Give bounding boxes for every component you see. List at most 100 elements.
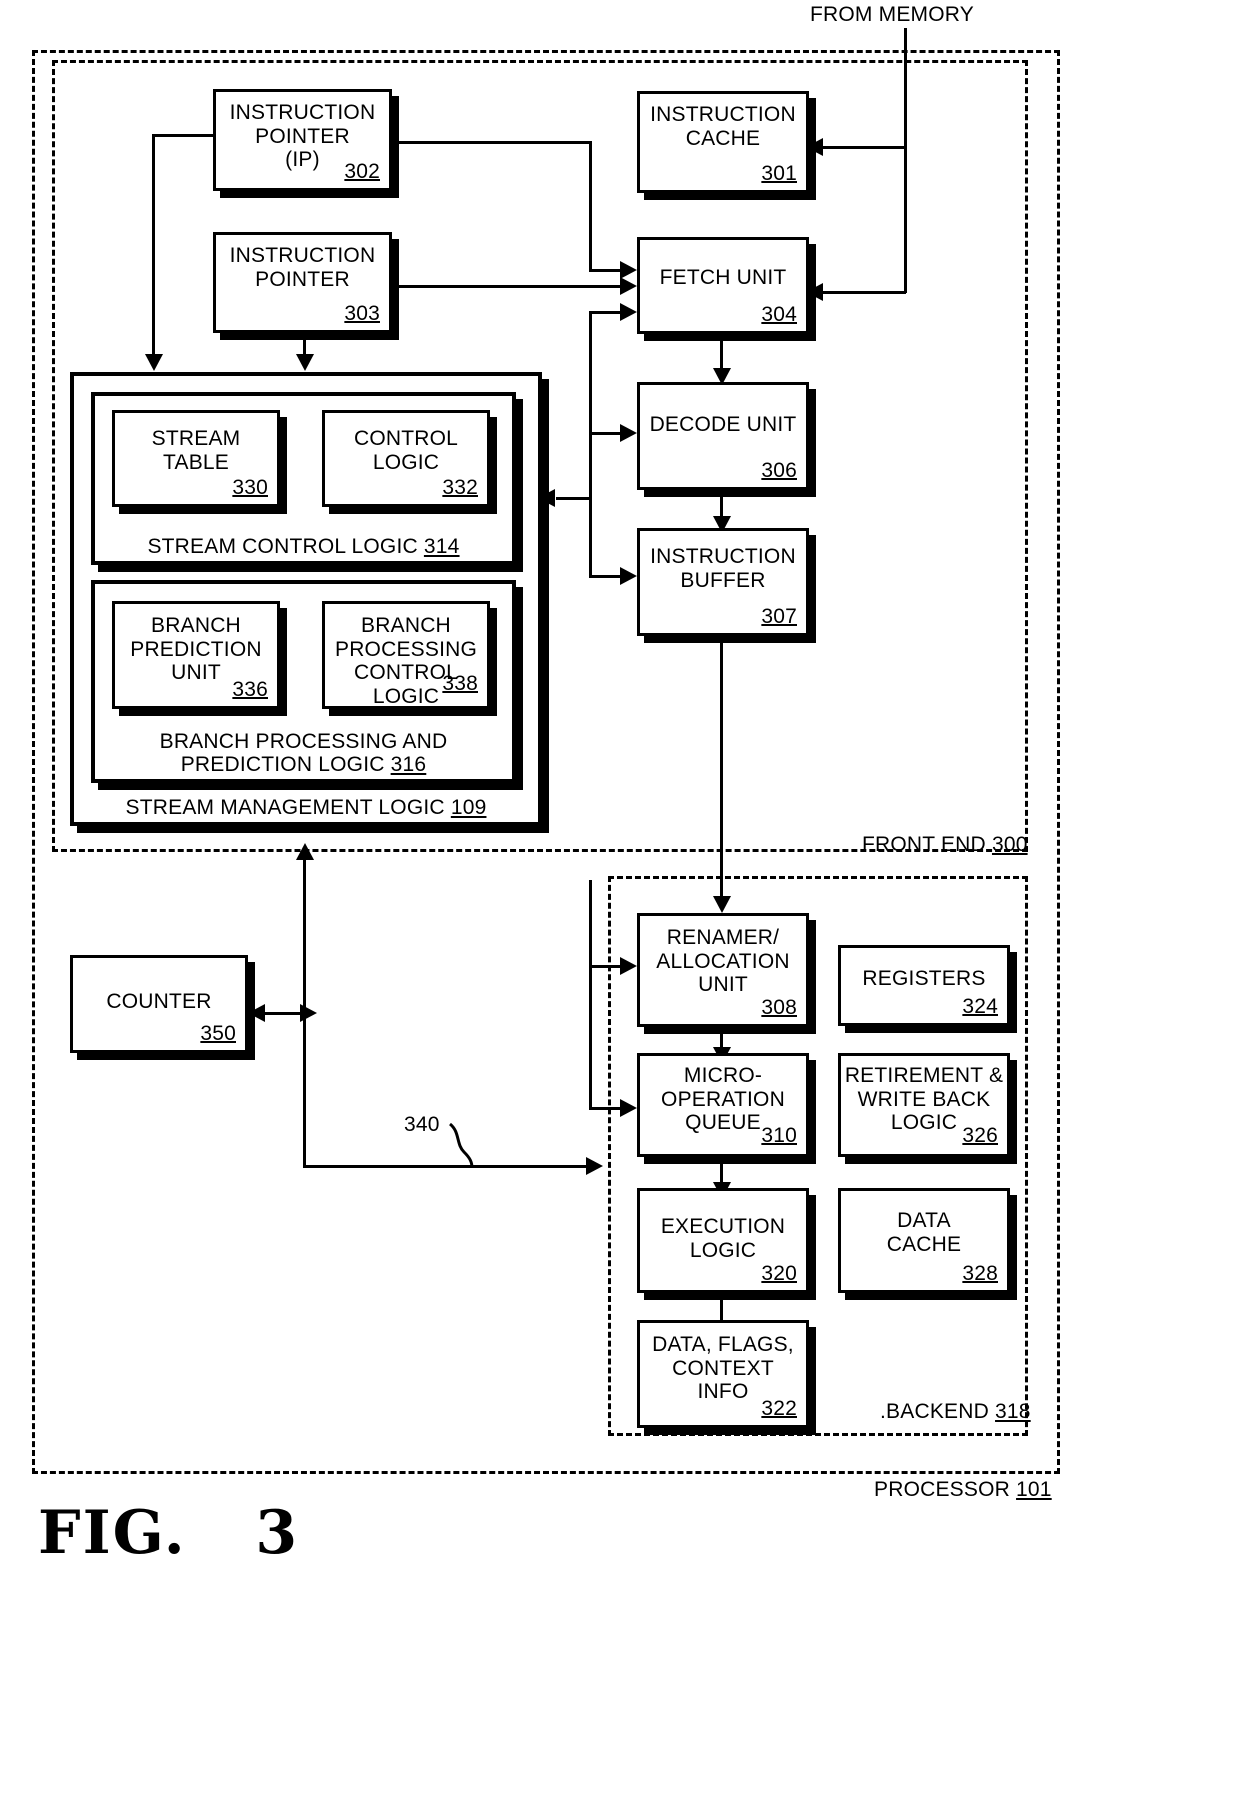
- block-ref-number: 336: [232, 678, 268, 702]
- block-ref-number: 307: [761, 605, 797, 629]
- block-ref-number: 320: [761, 1262, 797, 1286]
- ip303-down-arrow: [296, 354, 314, 371]
- block-line: RENAMER/: [666, 926, 780, 949]
- ip302-in-line: [152, 134, 214, 137]
- block-ref-number: 304: [761, 303, 797, 327]
- block-line: BUFFER: [680, 568, 766, 592]
- ip302-in-arrow: [145, 354, 163, 371]
- block-ref-number: 306: [761, 459, 797, 483]
- block-renamer-allocation-unit[interactable]: RENAMER/ ALLOCATION UNIT 308: [637, 913, 809, 1027]
- block-data-flags-context-info[interactable]: DATA, FLAGS, CONTEXT INFO 322: [637, 1320, 809, 1428]
- ref-340-leader-icon: [448, 1122, 474, 1169]
- block-counter[interactable]: COUNTER 350: [70, 955, 248, 1053]
- block-line: POINTER: [255, 267, 350, 291]
- block-line: DATA: [897, 1209, 951, 1232]
- memory-to-fetch-line: [822, 291, 906, 294]
- block-line: OPERATION: [661, 1087, 785, 1111]
- counter-bus-left-arrow: [248, 1004, 265, 1022]
- block-decode-unit[interactable]: DECODE UNIT 306: [637, 382, 809, 490]
- block-line: PROCESSING: [334, 637, 478, 661]
- bus-to-fetch2-arrow: [620, 303, 637, 321]
- block-ref-number: 332: [442, 476, 478, 500]
- bus-to-uopq-arrow: [620, 1099, 637, 1117]
- block-ref-number: 301: [761, 162, 797, 186]
- block-ref-number: 303: [344, 302, 380, 326]
- block-data-cache[interactable]: DATA CACHE 328: [838, 1188, 1010, 1293]
- block-line: PREDICTION: [130, 637, 262, 661]
- backend-feed-bus: [589, 880, 592, 1110]
- group-branch-processing-caption: BRANCH PROCESSING AND PREDICTION LOGIC 3…: [159, 729, 448, 777]
- block-registers[interactable]: REGISTERS 324: [838, 945, 1010, 1026]
- ip302-in-vert: [152, 134, 155, 356]
- block-line: COUNTER: [106, 990, 212, 1013]
- processor-region-label: PROCESSOR 101: [874, 1478, 1052, 1501]
- block-line: MICRO-: [683, 1064, 763, 1087]
- front-end-region-label: FRONT END 300: [862, 833, 1028, 856]
- block-ref-number: 324: [962, 995, 998, 1019]
- bus-to-stream-control-line: [556, 497, 591, 500]
- block-instruction-buffer[interactable]: INSTRUCTION BUFFER 307: [637, 528, 809, 636]
- block-ref-number: 338: [442, 672, 478, 696]
- block-ref-number: 310: [761, 1124, 797, 1148]
- bus-to-decode-line: [589, 432, 623, 435]
- block-line: STREAM: [151, 427, 241, 450]
- block-line: DECODE UNIT: [649, 413, 797, 436]
- block-micro-operation-queue[interactable]: MICRO- OPERATION QUEUE 310: [637, 1053, 809, 1157]
- block-fetch-unit[interactable]: FETCH UNIT 304: [637, 237, 809, 334]
- block-ref-number: 308: [761, 996, 797, 1020]
- figure-label: FIG. 3: [38, 1498, 300, 1568]
- feedback-340-up-arrow: [296, 843, 314, 860]
- counter-bus-right-arrow: [300, 1004, 317, 1022]
- ip302-to-fetch-line: [589, 269, 623, 272]
- right-column-bus: [589, 311, 592, 577]
- group-stream-management-caption: STREAM MANAGEMENT LOGIC 109: [125, 796, 487, 820]
- block-line: EXECUTION: [660, 1215, 786, 1238]
- bus-to-renamer-arrow: [620, 957, 637, 975]
- block-line: POINTER: [255, 124, 350, 148]
- block-line: CACHE: [685, 126, 761, 150]
- ip302-out-line: [392, 141, 592, 144]
- block-line: INSTRUCTION: [229, 244, 376, 267]
- backend-feed-bus-upper: [589, 880, 592, 885]
- block-execution-logic[interactable]: EXECUTION LOGIC 320: [637, 1188, 809, 1293]
- block-ref-number: 330: [232, 476, 268, 500]
- ip303-to-fetch-arrow: [620, 277, 637, 295]
- block-line: RETIREMENT &: [844, 1064, 1004, 1087]
- block-ref-number: 350: [200, 1022, 236, 1046]
- block-line: CONTEXT: [672, 1356, 774, 1380]
- block-line: BRANCH: [151, 614, 241, 637]
- block-branch-processing-control-logic[interactable]: BRANCH PROCESSING CONTROL LOGIC 338: [322, 601, 490, 709]
- block-line: REGISTERS: [862, 967, 986, 990]
- block-instruction-pointer-ip[interactable]: INSTRUCTION POINTER (IP) 302: [213, 89, 392, 191]
- bus-to-ibuf-line: [589, 575, 623, 578]
- block-line: LOGIC: [372, 450, 440, 474]
- ibuf-to-renamer-line: [720, 636, 723, 901]
- block-line: FETCH UNIT: [659, 266, 787, 289]
- block-line: CACHE: [886, 1232, 962, 1256]
- bus-to-fetch2-line: [589, 311, 623, 314]
- block-instruction-pointer[interactable]: INSTRUCTION POINTER 303: [213, 232, 392, 333]
- block-ref-number: 322: [761, 1397, 797, 1421]
- ref-340-label: 340: [404, 1113, 440, 1136]
- patent-figure-sheet: FROM MEMORY PROCESSOR 101 FRONT END 300 …: [0, 0, 1240, 1813]
- backend-region-label: .BACKEND 318: [880, 1400, 1031, 1423]
- block-line: TABLE: [163, 450, 229, 474]
- block-line: INSTRUCTION: [650, 545, 796, 568]
- ibuf-to-renamer-arrow: [713, 896, 731, 913]
- block-ref-number: 302: [344, 160, 380, 184]
- exec-to-data-line: [720, 1293, 723, 1320]
- from-memory-label: FROM MEMORY: [810, 3, 974, 26]
- group-stream-control-caption: STREAM CONTROL LOGIC 314: [147, 535, 460, 559]
- block-line: UNIT: [698, 973, 748, 997]
- block-retirement-write-back-logic[interactable]: RETIREMENT & WRITE BACK LOGIC 326: [838, 1053, 1010, 1157]
- block-control-logic[interactable]: CONTROL LOGIC 332: [322, 410, 490, 507]
- block-branch-prediction-unit[interactable]: BRANCH PREDICTION UNIT 336: [112, 601, 280, 709]
- memory-trunk-line: [904, 28, 907, 293]
- ip303-down-line: [303, 333, 306, 356]
- bus-to-renamer-line: [589, 965, 623, 968]
- block-line: LOGIC: [689, 1238, 757, 1262]
- block-instruction-cache[interactable]: INSTRUCTION CACHE 301: [637, 91, 809, 193]
- block-stream-table[interactable]: STREAM TABLE 330: [112, 410, 280, 507]
- block-line: INSTRUCTION: [229, 101, 376, 124]
- block-line: CONTROL: [353, 427, 459, 450]
